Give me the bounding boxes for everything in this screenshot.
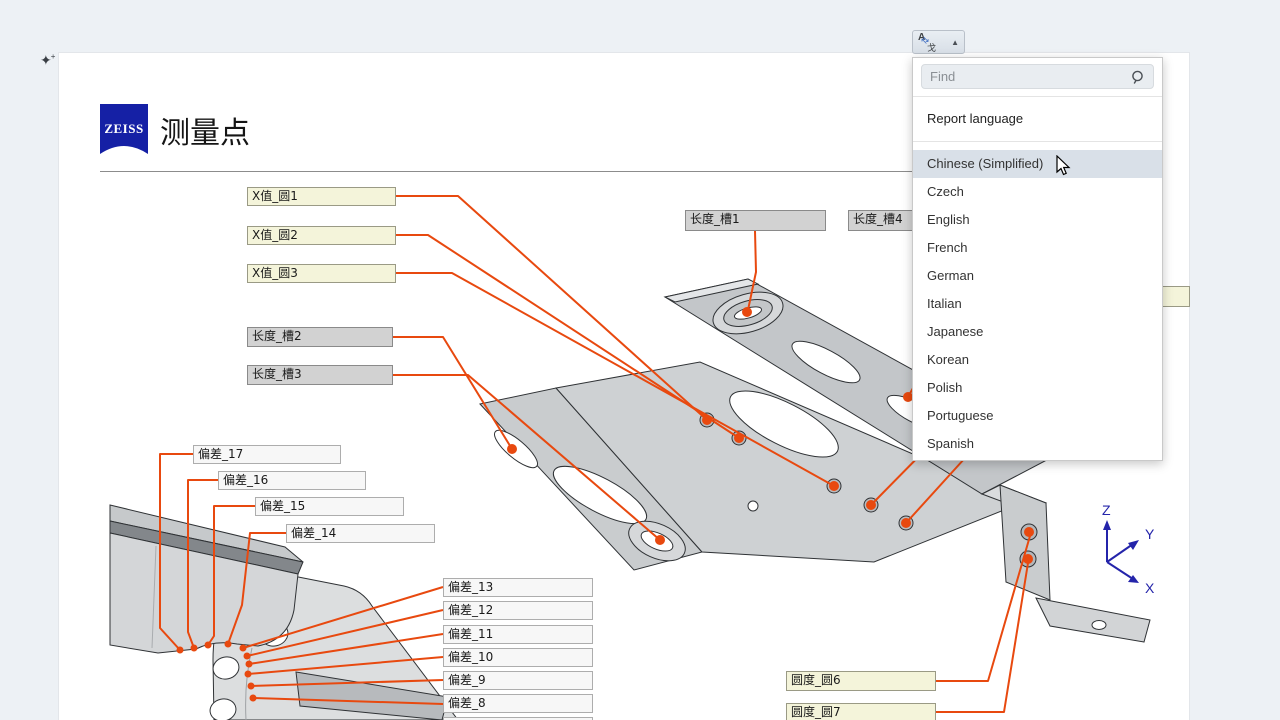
callout-deviation-9: 偏差_9	[443, 671, 593, 690]
axis-z-label: Z	[1102, 502, 1111, 518]
dropdown-arrow-icon: ▲	[951, 38, 959, 47]
language-option-list: Chinese (Simplified) Czech English Frenc…	[913, 142, 1162, 460]
language-option-italian[interactable]: Italian	[913, 290, 1162, 318]
callout-x-value-circle2: X值_圆2	[247, 226, 396, 245]
callout-length-slot1: 长度_槽1	[685, 210, 826, 231]
language-option-czech[interactable]: Czech	[913, 178, 1162, 206]
callout-roundness-circle6: 圆度_圆6	[786, 671, 936, 691]
translate-icon: A ⇄ 戈	[918, 34, 935, 51]
translate-icon-cjk: 戈	[927, 41, 936, 54]
callout-deviation-10: 偏差_10	[443, 648, 593, 667]
sparkle-plus-glyph: +	[51, 52, 56, 61]
app-window: ✦+ ZEISS 测量点	[0, 0, 1280, 720]
language-option-portuguese[interactable]: Portuguese	[913, 402, 1162, 430]
report-language-button[interactable]: A ⇄ 戈 ▲	[912, 30, 965, 54]
magnifier-icon	[1131, 70, 1146, 85]
language-dropdown: Report language Chinese (Simplified) Cze…	[912, 57, 1163, 461]
callout-deviation-15: 偏差_15	[255, 497, 404, 516]
zeiss-logo: ZEISS	[100, 104, 148, 158]
language-option-polish[interactable]: Polish	[913, 374, 1162, 402]
language-option-chinese-simplified[interactable]: Chinese (Simplified)	[913, 150, 1162, 178]
callout-x-value-circle3: X值_圆3	[247, 264, 396, 283]
callout-roundness-circle7: 圆度_圆7	[786, 703, 936, 720]
callout-deviation-13: 偏差_13	[443, 578, 593, 597]
coordinate-axes: Z Y X	[1083, 498, 1173, 598]
language-option-spanish[interactable]: Spanish	[913, 430, 1162, 458]
search-input[interactable]	[921, 64, 1154, 89]
report-title: 测量点	[160, 108, 250, 152]
dropdown-search-row	[913, 58, 1162, 96]
axis-x-label: X	[1145, 580, 1155, 596]
zeiss-logo-text: ZEISS	[104, 121, 143, 136]
callout-deviation-14: 偏差_14	[286, 524, 435, 543]
callout-deviation-12: 偏差_12	[443, 601, 593, 620]
language-option-korean[interactable]: Korean	[913, 346, 1162, 374]
callout-deviation-17: 偏差_17	[193, 445, 341, 464]
dropdown-group-label: Report language	[913, 97, 1162, 141]
axis-y-label: Y	[1145, 526, 1155, 542]
ai-sparkle-icon[interactable]: ✦+	[40, 53, 56, 67]
callout-deviation-8: 偏差_8	[443, 694, 593, 713]
callout-deviation-16: 偏差_16	[218, 471, 366, 490]
callout-x-value-circle1: X值_圆1	[247, 187, 396, 206]
language-option-japanese[interactable]: Japanese	[913, 318, 1162, 346]
callout-length-slot2: 长度_槽2	[247, 327, 393, 347]
language-option-english[interactable]: English	[913, 206, 1162, 234]
callout-deviation-11: 偏差_11	[443, 625, 593, 644]
language-option-french[interactable]: French	[913, 234, 1162, 262]
language-option-german[interactable]: German	[913, 262, 1162, 290]
callout-length-slot3: 长度_槽3	[247, 365, 393, 385]
